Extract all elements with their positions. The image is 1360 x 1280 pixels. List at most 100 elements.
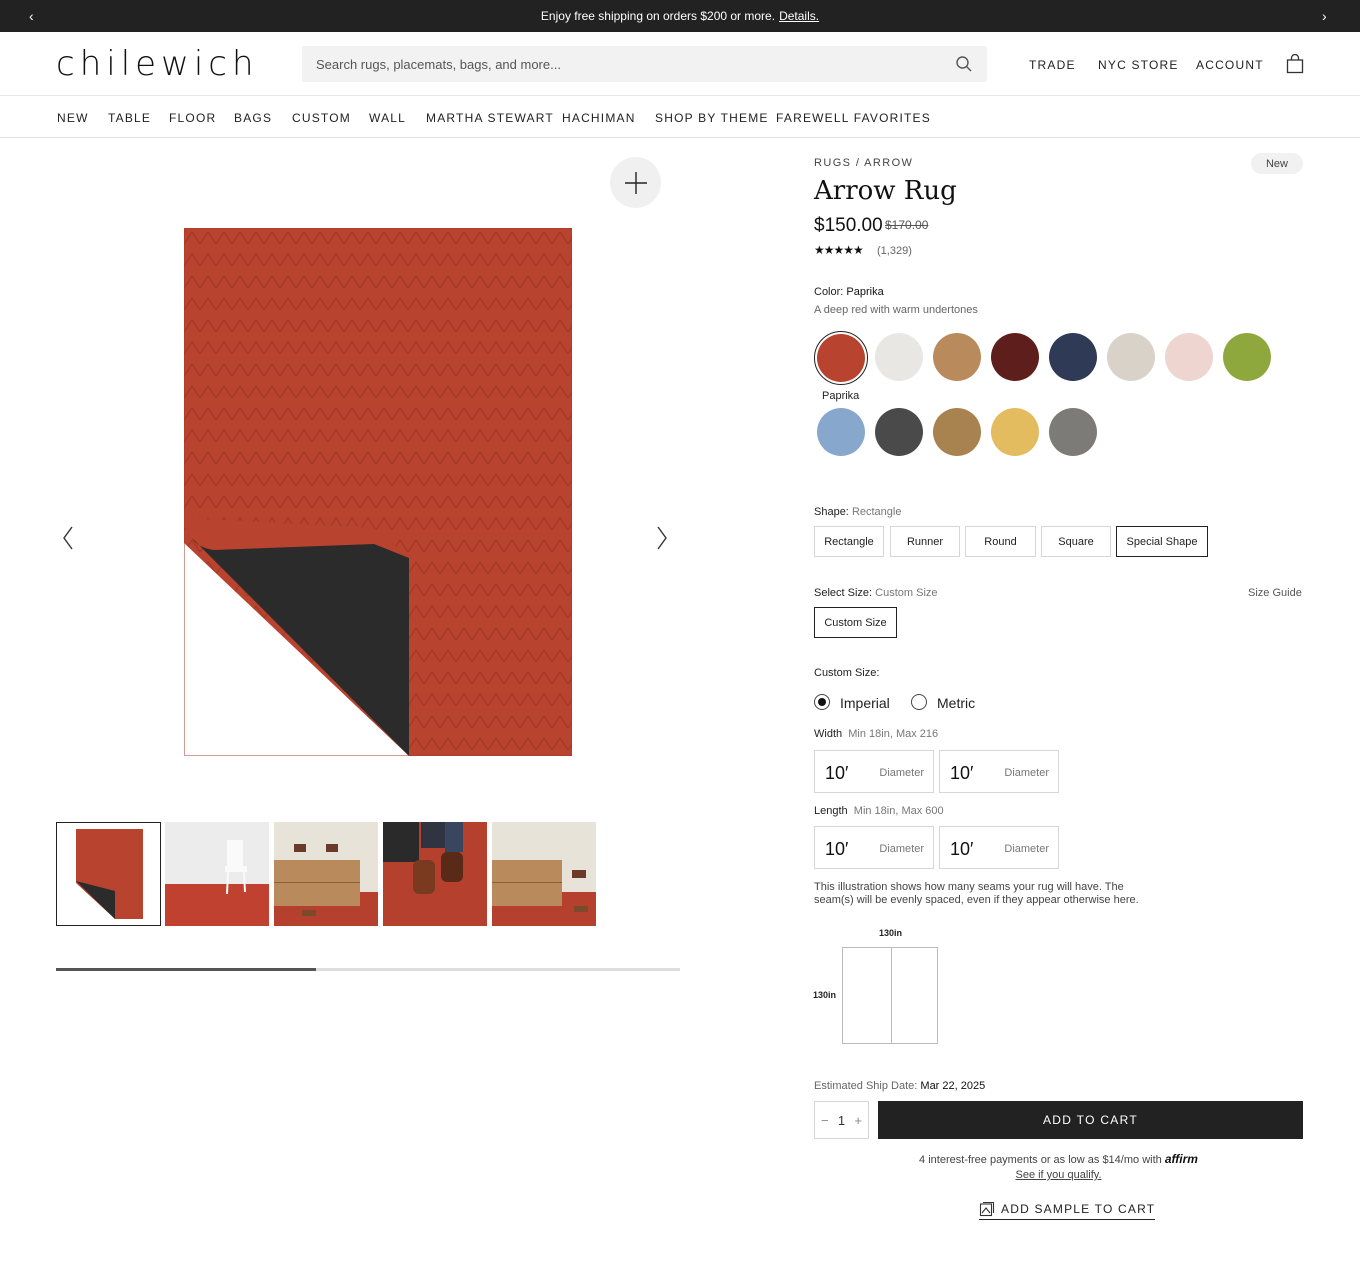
minus-icon[interactable]: − [821, 1113, 829, 1128]
affirm-message: 4 interest-free payments or as low as $1… [814, 1152, 1303, 1166]
seam-height-label: 130in [813, 990, 837, 1000]
length-label: Length Min 18in, Max 600 [814, 805, 944, 817]
plus-icon [624, 171, 647, 194]
nav-hachiman[interactable]: HACHIMAN [562, 111, 636, 125]
gallery-next-icon[interactable] [656, 525, 668, 551]
quantity-stepper[interactable]: − 1 + [814, 1101, 869, 1139]
trade-link[interactable]: TRADE [1029, 58, 1076, 72]
size-label-text: Select Size: [814, 587, 873, 599]
nav-shop-by-theme[interactable]: SHOP BY THEME [655, 111, 769, 125]
size-value: Custom Size [875, 587, 938, 599]
thumbnail-5[interactable] [492, 822, 596, 926]
width-inch-input[interactable]: 10′ Diameter [939, 750, 1059, 793]
qualify-link-wrap: See if you qualify. [814, 1169, 1303, 1181]
shape-runner-button[interactable]: Runner [890, 526, 960, 557]
shape-rectangle-button[interactable]: Rectangle [814, 526, 884, 557]
promo-text: Enjoy free shipping on orders $200 or mo… [540, 9, 776, 23]
gallery-prev-icon[interactable] [62, 525, 74, 551]
swatch-8[interactable] [1223, 333, 1271, 381]
width-label: Width Min 18in, Max 216 [814, 728, 938, 740]
original-price: $170.00 [885, 218, 929, 232]
shape-special-button[interactable]: Special Shape [1116, 526, 1208, 557]
search-input[interactable] [316, 56, 955, 72]
swatch-3[interactable] [933, 333, 981, 381]
promo-prev-icon[interactable]: ‹ [29, 8, 34, 24]
nyc-store-link[interactable]: NYC STORE [1098, 58, 1179, 72]
ship-date: Estimated Ship Date: Mar 22, 2025 [814, 1080, 985, 1092]
nav-farewell-favorites[interactable]: FAREWELL FAVORITES [776, 111, 931, 125]
swatch-10[interactable] [875, 408, 923, 456]
seam-line [891, 948, 892, 1043]
width-feet-input[interactable]: 10′ Diameter [814, 750, 934, 793]
shape-square-button[interactable]: Square [1041, 526, 1111, 557]
promo-details-link[interactable]: Details. [779, 9, 819, 23]
thumbnail-2[interactable] [165, 822, 269, 926]
swatch-9[interactable] [817, 408, 865, 456]
selected-swatch-label: Paprika [822, 390, 860, 402]
nav-custom[interactable]: CUSTOM [292, 111, 351, 125]
logo[interactable]: chilewich [56, 44, 259, 84]
width-inch-unit: Diameter [1004, 767, 1049, 779]
nav-table[interactable]: TABLE [108, 111, 151, 125]
seam-width-label: 130in [879, 928, 903, 938]
length-feet-unit: Diameter [879, 843, 924, 855]
rating-count[interactable]: (1,329) [877, 245, 912, 257]
size-guide-link[interactable]: Size Guide [1248, 587, 1302, 599]
length-feet-input[interactable]: 10′ Diameter [814, 826, 934, 869]
color-value: Paprika [846, 286, 884, 298]
add-to-cart-button[interactable]: ADD TO CART [878, 1101, 1303, 1139]
nav-bags[interactable]: BAGS [234, 111, 272, 125]
swatch-13[interactable] [1049, 408, 1097, 456]
shape-round-button[interactable]: Round [965, 526, 1036, 557]
zoom-button[interactable] [610, 157, 661, 208]
thumbnail-1[interactable] [56, 822, 161, 926]
add-sample-label[interactable]: ADD SAMPLE TO CART [1001, 1202, 1155, 1216]
plus-icon[interactable]: + [854, 1113, 862, 1128]
metric-radio[interactable] [911, 694, 927, 710]
gallery-scrollbar[interactable] [56, 968, 680, 971]
swatch-12[interactable] [991, 408, 1039, 456]
nav-wall[interactable]: WALL [369, 111, 406, 125]
width-feet-value: 10′ [825, 763, 849, 783]
quantity-value[interactable]: 1 [838, 1113, 845, 1128]
imperial-radio[interactable] [814, 694, 830, 710]
account-link[interactable]: ACCOUNT [1196, 58, 1264, 72]
gallery-scroll-thumb[interactable] [56, 968, 316, 971]
rating-stars[interactable]: ★★★★★ [814, 243, 864, 257]
thumbnail-4[interactable] [383, 822, 487, 926]
product-price: $150.00 [814, 215, 883, 236]
width-range: Min 18in, Max 216 [848, 728, 939, 740]
breadcrumb[interactable]: RUGS / ARROW [814, 157, 913, 169]
nav-floor[interactable]: FLOOR [169, 111, 216, 125]
sample-icon [979, 1201, 995, 1216]
shape-value: Rectangle [851, 506, 902, 518]
search-icon[interactable] [955, 55, 973, 73]
custom-size-button[interactable]: Custom Size [814, 607, 897, 638]
color-label-text: Color: [814, 286, 844, 298]
length-inch-input[interactable]: 10′ Diameter [939, 826, 1059, 869]
search-bar[interactable] [302, 46, 987, 82]
swatch-4[interactable] [991, 333, 1039, 381]
promo-next-icon[interactable]: › [1322, 8, 1327, 24]
swatch-paprika[interactable] [817, 334, 865, 382]
length-range: Min 18in, Max 600 [853, 805, 944, 817]
new-badge: New [1251, 153, 1303, 174]
nav-martha-stewart[interactable]: MARTHA STEWART [426, 111, 554, 125]
nav-new[interactable]: NEW [57, 111, 89, 125]
swatch-5[interactable] [1049, 333, 1097, 381]
metric-label[interactable]: Metric [937, 695, 975, 711]
affirm-logo: affirm [1164, 1152, 1198, 1166]
imperial-label[interactable]: Imperial [840, 695, 890, 711]
thumbnail-3[interactable] [274, 822, 378, 926]
qualify-link[interactable]: See if you qualify. [1015, 1169, 1101, 1181]
add-sample-button[interactable]: ADD SAMPLE TO CART [979, 1198, 1156, 1220]
shopping-bag-icon[interactable] [1286, 54, 1304, 74]
promo-bar: ‹ Enjoy free shipping on orders $200 or … [0, 0, 1360, 32]
product-title: Arrow Rug [814, 176, 957, 206]
swatch-11[interactable] [933, 408, 981, 456]
length-inch-value: 10′ [950, 839, 974, 859]
swatch-6[interactable] [1107, 333, 1155, 381]
swatch-2[interactable] [875, 333, 923, 381]
swatch-7[interactable] [1165, 333, 1213, 381]
custom-size-label: Custom Size: [814, 667, 880, 679]
